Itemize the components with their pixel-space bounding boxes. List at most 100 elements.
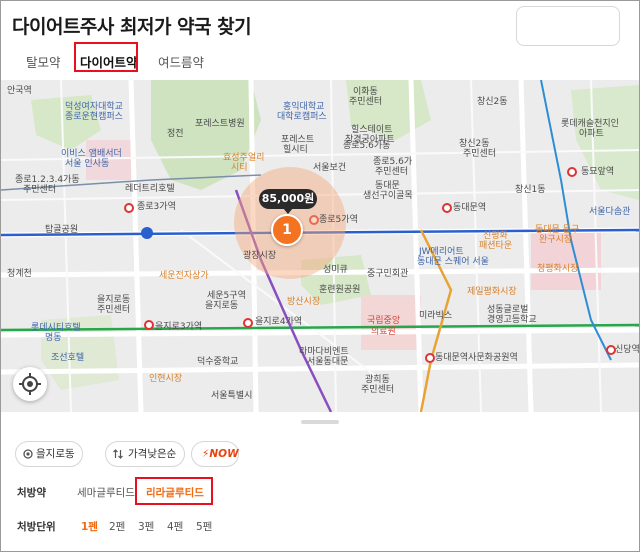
unit-option-3[interactable]: 3펜 <box>138 519 154 534</box>
map-label: 미라빅스 <box>419 311 453 321</box>
map-label: 시티 <box>231 163 248 173</box>
price-bubble[interactable]: 85,000원 <box>259 189 317 209</box>
map-label: 라마다비엔트 <box>299 347 349 357</box>
unit-option-5[interactable]: 5펜 <box>196 519 212 534</box>
map-label: 청평화시장 <box>537 264 579 274</box>
now-chip[interactable]: ⚡NOW <box>191 441 239 467</box>
map-label: 동대문역사문화공원역 <box>435 353 518 363</box>
map-label: 이화동 <box>353 87 378 97</box>
map-label: 종로5.6가 <box>373 157 413 167</box>
map-label: 주민센터 <box>375 167 409 177</box>
map-label: 포레스트 <box>281 135 315 145</box>
unit-option-2[interactable]: 2펜 <box>109 519 125 534</box>
map-label: 종로3가역 <box>137 202 176 212</box>
map-label: 동묘앞역 <box>581 167 615 177</box>
tab-highlight-box <box>74 42 138 72</box>
prescription-label: 처방약 <box>17 487 46 499</box>
map-label: 종로5.6가동 <box>343 141 391 151</box>
map-label: 동대문역 <box>453 203 487 213</box>
pharmacy-cluster-marker[interactable]: 1 <box>271 214 303 246</box>
map-label: 대학로캠퍼스 <box>277 112 327 122</box>
unit-option-1[interactable]: 1펜 <box>81 519 98 534</box>
map-label: 동대문 문구 <box>535 225 580 235</box>
unit-label: 처방단위 <box>17 521 56 533</box>
map-label: 주민센터 <box>463 149 497 159</box>
bottom-sheet: 을지로동 가격낮은순 ⚡NOW 처방약 세마글루티드 리라글루티드 처방단위 1… <box>1 412 639 551</box>
map-label: 조선호텔 <box>51 353 85 363</box>
map-label: 종로1.2.3.4가동 <box>15 175 80 185</box>
map-label: 창신2동 <box>459 139 490 149</box>
map-label: 힐스테이트 <box>351 125 393 135</box>
header-action-box[interactable] <box>516 6 620 46</box>
map-label: 을지로4가역 <box>255 317 303 327</box>
map-label: 서울보건 <box>313 163 347 173</box>
map-label: 주민센터 <box>349 97 383 107</box>
sort-chip[interactable]: 가격낮은순 <box>105 441 185 467</box>
map-label: 생선구이골목 <box>363 191 413 201</box>
map-label: 창신1동 <box>515 185 546 195</box>
map-label: 서울 인사동 <box>65 159 110 169</box>
map-label: 롯데캐슬천지인 <box>561 119 619 129</box>
map-label: 광장시장 <box>243 251 277 261</box>
map-label: 탑골공원 <box>45 225 79 235</box>
map-label: 종로5가역 <box>319 215 358 225</box>
map-label: 인현시장 <box>149 374 183 384</box>
target-icon <box>23 449 33 459</box>
map-label: 힐시티 <box>283 145 308 155</box>
map-label: 덕수중학교 <box>197 357 239 367</box>
prescription-option-semaglutide[interactable]: 세마글루티드 <box>77 485 135 500</box>
unit-option-4[interactable]: 4펜 <box>167 519 183 534</box>
map-label: 성동글로벌 <box>487 305 529 315</box>
sort-chip-label: 가격낮은순 <box>128 448 177 460</box>
locate-button[interactable] <box>13 367 47 401</box>
option-highlight-box <box>135 477 213 505</box>
map-view[interactable]: 안국역 덕성여자대학교 종로운현캠퍼스 홍익대학교 대학로캠퍼스 이화동 주민센… <box>1 80 639 412</box>
map-label: 을지로동 <box>97 295 131 305</box>
map-label: 광희동 <box>365 375 390 385</box>
map-label: 성미큐 <box>323 265 348 275</box>
page-title: 다이어트주사 최저가 약국 찾기 <box>12 16 252 38</box>
map-label: 홍익대학교 <box>283 102 325 112</box>
map-label: 신평화 <box>483 231 508 241</box>
map-label: 신당역 <box>615 345 639 355</box>
map-label: JW메리어트 <box>419 247 464 257</box>
map-label: 방산시장 <box>287 297 321 307</box>
map-label: 경영고등학교 <box>487 315 537 325</box>
sheet-drag-handle[interactable] <box>301 420 339 424</box>
location-chip[interactable]: 을지로동 <box>15 441 83 467</box>
sort-arrows-icon <box>113 449 123 459</box>
map-label: 서울동대문 <box>307 357 349 367</box>
map-label: 의료원 <box>371 327 396 337</box>
map-label: 세운5구역 <box>207 291 246 301</box>
map-label: 주민센터 <box>361 385 395 395</box>
now-chip-label: NOW <box>209 448 239 460</box>
map-label: 주민센터 <box>97 305 131 315</box>
map-label: 국립중앙 <box>367 316 401 326</box>
map-label: 서울특별시 <box>211 391 253 401</box>
map-label: 중구민회관 <box>367 269 409 279</box>
map-label: 아파트 <box>579 129 604 139</box>
map-label: 포레스트병원 <box>195 119 245 129</box>
tab-acne[interactable]: 여드름약 <box>158 52 204 71</box>
map-label: 덕성여자대학교 <box>65 102 123 112</box>
map-label: 훈련원공원 <box>319 285 361 295</box>
map-label: 동대문 <box>375 181 400 191</box>
map-label: 안국역 <box>7 86 32 96</box>
map-label: 이비스 앰배서더 <box>61 149 122 159</box>
map-label: 완구시장 <box>539 235 573 245</box>
map-label: 서울다솜관 <box>589 207 631 217</box>
map-label: 제일평화시장 <box>467 287 517 297</box>
map-label: 종로운현캠퍼스 <box>65 112 123 122</box>
map-label: 패션타운 <box>479 241 513 251</box>
map-label: 롯데시티호텔 <box>31 323 81 333</box>
map-label: 동대문 스퀘어 서울 <box>417 257 489 267</box>
map-label: 효성주얼리 <box>223 153 265 163</box>
map-label: 세운전자상가 <box>159 271 209 281</box>
map-label: 레더트리호텔 <box>125 184 175 194</box>
map-label: 창신2동 <box>477 97 508 107</box>
map-label: 명동 <box>45 333 62 343</box>
map-label: 청계천 <box>7 269 32 279</box>
location-chip-label: 을지로동 <box>36 448 75 460</box>
map-label: 을지로3가역 <box>155 322 203 332</box>
tab-hair-loss[interactable]: 탈모약 <box>26 52 61 71</box>
